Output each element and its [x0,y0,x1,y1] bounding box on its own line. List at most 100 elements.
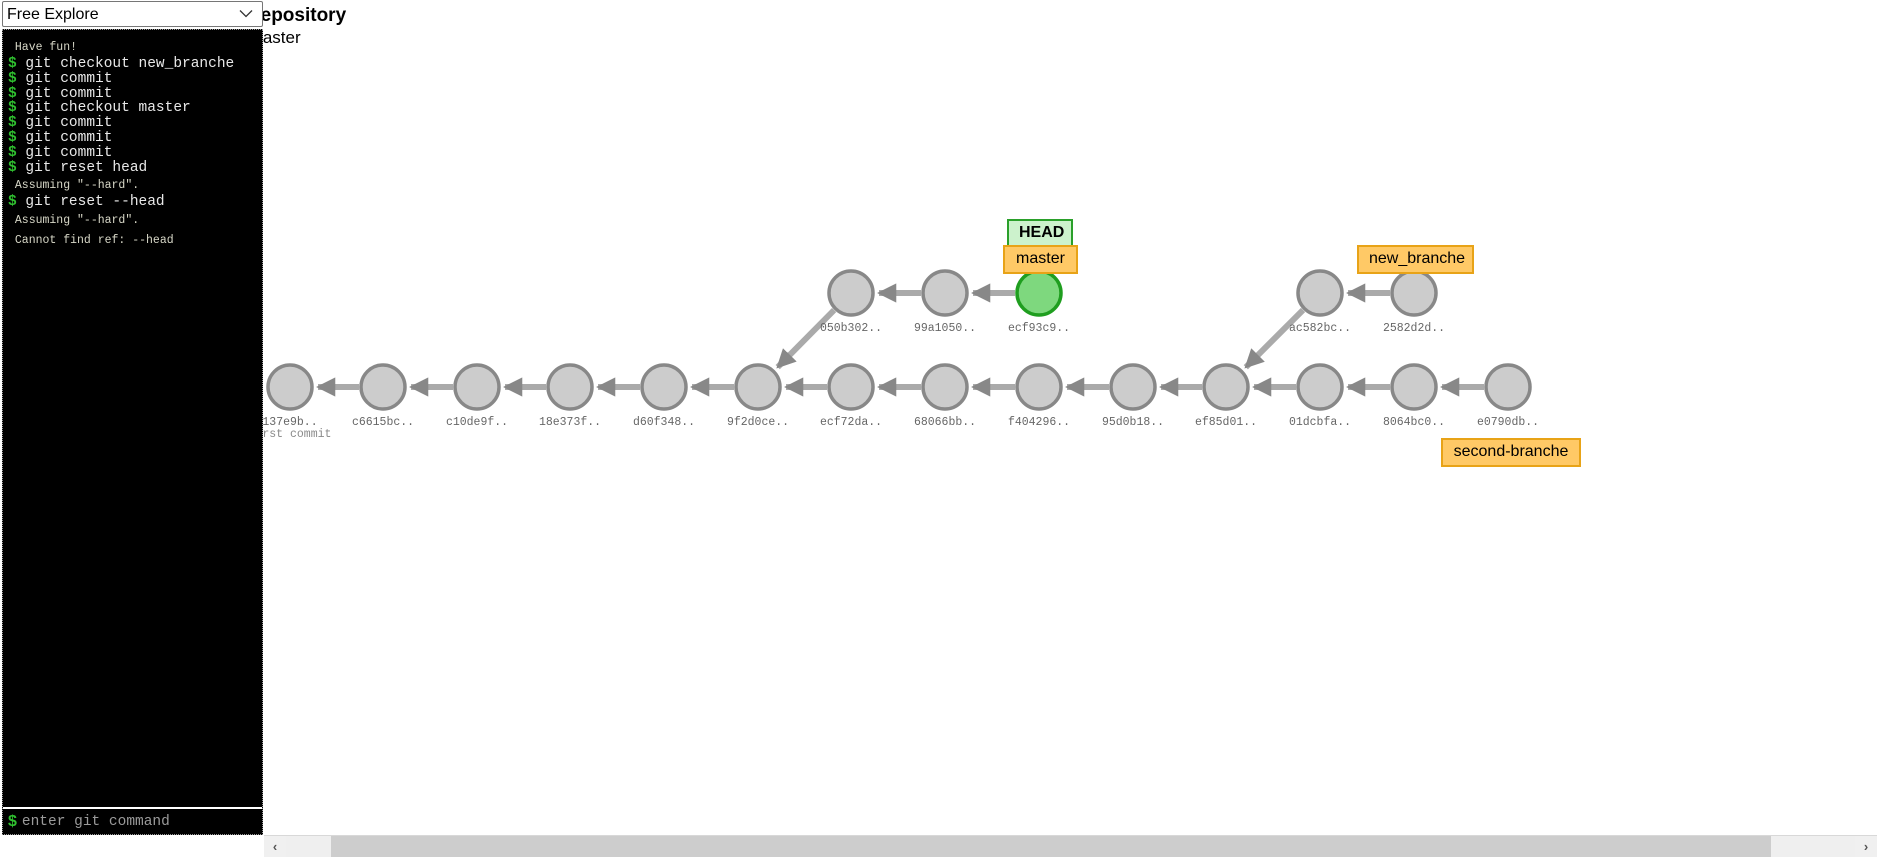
commit-node[interactable]: 01dcbfa.. [1289,363,1351,429]
terminal-output-line: Assuming "--hard". [8,210,258,230]
commit-circle-head[interactable] [1015,269,1063,317]
commit-node[interactable]: 050b302.. [820,269,882,335]
terminal-command-line: $ git commit [8,144,258,161]
scrollbar-track[interactable] [286,835,1855,857]
level-select-wrapper: Free Explore [2,1,263,27]
commit-node[interactable]: ac582bc.. [1289,269,1351,335]
terminal-command-line: $ git reset --head [8,195,258,210]
commit-id-label: ecf93c9.. [1008,322,1070,335]
terminal-line-text: git checkout new_branche [16,56,235,72]
branch-ref-label[interactable]: new_branche [1357,245,1474,274]
commit-id-label: c6615bc.. [352,416,414,429]
commit-id-label: ecf72da.. [820,416,882,429]
commit-edge [775,307,837,370]
git-branching-app: Local Repository HEAD: master 137e9b..fi… [0,0,1877,857]
commit-graph: 137e9b..first commitc6615bc.. c10de9f.. 18… [249,269,1539,441]
terminal-prompt-symbol: $ [8,115,17,132]
commit-circle[interactable] [1109,363,1157,411]
terminal-output-line: Assuming "--hard". [8,175,258,195]
commit-node[interactable]: ecf93c9.. [1008,269,1070,335]
terminal-prompt-symbol: $ [8,194,17,211]
scrollbar-thumb[interactable] [331,835,1771,857]
head-ref-label[interactable]: HEAD [1007,219,1073,248]
commit-circle[interactable] [734,363,782,411]
terminal-line-text: git reset --head [16,194,165,211]
terminal-prompt-symbol: $ [8,85,17,102]
commit-node[interactable]: e0790db.. [1477,363,1539,429]
terminal-command-line: $ git commit [8,131,258,146]
terminal-line-text: git commit [16,144,113,161]
repository-canvas: Local Repository HEAD: master 137e9b..fi… [0,0,1877,833]
commit-node[interactable]: d60f348.. [633,363,695,429]
terminal-command-line: $ git commit [8,85,258,102]
commit-circle[interactable] [921,363,969,411]
commit-node[interactable]: ef85d01.. [1195,363,1257,429]
horizontal-scrollbar[interactable]: ‹ › [264,835,1877,857]
commit-node[interactable]: f404296.. [1008,363,1070,429]
level-select[interactable]: Free Explore [2,1,263,27]
commit-id-label: 01dcbfa.. [1289,416,1351,429]
commit-circle[interactable] [1296,269,1344,317]
terminal-command-line: $ git commit [8,116,258,131]
scroll-right-arrow-icon[interactable]: › [1855,835,1877,857]
terminal-prompt-symbol: $ [8,56,17,72]
terminal-line-text: Cannot find ref: --head [8,234,174,248]
terminal-prompt-symbol: $ [8,100,17,117]
commit-circle[interactable] [359,363,407,411]
commit-circle[interactable] [1296,363,1344,411]
commit-id-label: 68066bb.. [914,416,976,429]
commit-circle[interactable] [1015,363,1063,411]
scroll-left-arrow-icon[interactable]: ‹ [264,835,286,857]
terminal-command-line: $ git checkout new_branche [8,57,258,72]
terminal-command-line: $ git commit [8,70,258,87]
commit-node[interactable]: 18e373f.. [539,363,601,429]
commit-node[interactable]: 2582d2d.. [1383,269,1445,335]
terminal-line-text: Assuming "--hard". [8,179,140,193]
commit-node[interactable]: c10de9f.. [446,363,508,429]
commit-circle[interactable] [1202,363,1250,411]
terminal-prompt-symbol: $ [8,70,17,87]
commit-circle[interactable] [640,363,688,411]
terminal-line-text: git commit [16,115,113,132]
commit-node[interactable]: 99a1050.. [914,269,976,335]
terminal-log: Have fun! $ git checkout new_branche $ git… [3,30,262,807]
terminal-command-input[interactable] [16,813,262,830]
commit-circle[interactable] [1390,269,1438,317]
terminal-command-line: $ git reset head [8,159,258,176]
terminal-command-line: $ git checkout master [8,101,258,116]
commit-id-label: 8064bc0.. [1383,416,1445,429]
commit-node[interactable]: 68066bb.. [914,363,976,429]
commit-circle[interactable] [266,363,314,411]
commit-node[interactable]: ecf72da.. [820,363,882,429]
commit-circle[interactable] [827,269,875,317]
commit-id-label: e0790db.. [1477,416,1539,429]
commit-id-label: 18e373f.. [539,416,601,429]
commit-circle[interactable] [1484,363,1532,411]
commit-id-label: 2582d2d.. [1383,322,1445,335]
branch-ref-label[interactable]: second-branche [1441,438,1581,467]
terminal-prompt-symbol: $ [8,812,17,830]
terminal-line-text: git commit [16,129,113,146]
terminal-input-row[interactable]: $ [3,809,262,834]
terminal-line-text: git commit [16,85,113,102]
commit-circle[interactable] [827,363,875,411]
commit-circle[interactable] [453,363,501,411]
terminal-panel: Have fun! $ git checkout new_branche $ git… [2,29,263,835]
terminal-output-line: Cannot find ref: --head [8,230,258,250]
commit-node[interactable]: c6615bc.. [352,363,414,429]
commit-node[interactable]: 9f2d0ce.. [727,363,789,429]
terminal-line-text: git reset head [16,159,148,176]
commit-node[interactable]: 95d0b18.. [1102,363,1164,429]
terminal-prompt-symbol: $ [8,144,17,161]
terminal-prompt-symbol: $ [8,129,17,146]
commit-circle[interactable] [921,269,969,317]
commit-id-label: 050b302.. [820,322,882,335]
commit-node[interactable]: 8064bc0.. [1383,363,1445,429]
commit-circle[interactable] [1390,363,1438,411]
commit-id-label: f404296.. [1008,416,1070,429]
commit-id-label: c10de9f.. [446,416,508,429]
branch-ref-label[interactable]: master [1003,245,1078,274]
terminal-prompt-symbol: $ [8,159,17,176]
commit-circle[interactable] [546,363,594,411]
terminal-line-text: Assuming "--hard". [8,214,140,228]
